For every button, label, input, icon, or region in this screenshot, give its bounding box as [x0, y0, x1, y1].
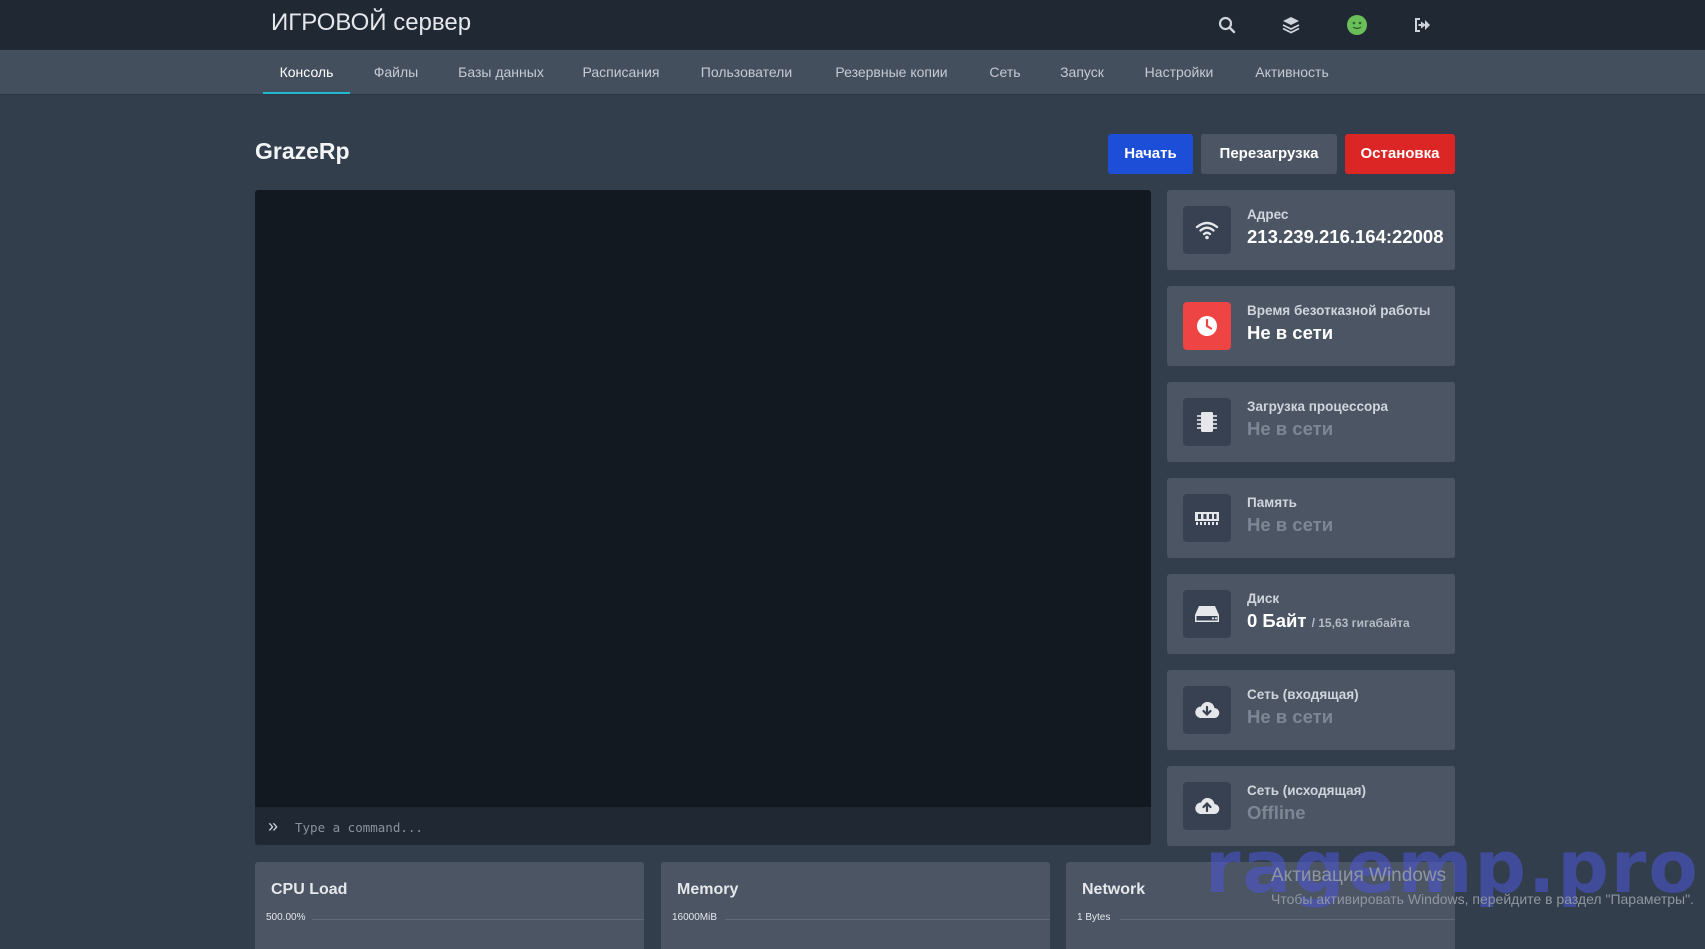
command-bar: » [255, 807, 1151, 845]
stat-label: Память [1247, 495, 1297, 510]
command-input[interactable] [293, 815, 1137, 839]
graph-cpu-load: CPU Load 500.00% [255, 862, 644, 949]
stat-value[interactable]: 213.239.216.164:22008 [1247, 226, 1444, 248]
tab-backups[interactable]: Резервные копии [821, 50, 962, 94]
graph-gridline [725, 919, 1050, 920]
windows-activation-title: Активация Windows [1271, 865, 1447, 886]
graph-gridline [1120, 919, 1455, 920]
search-icon[interactable] [1215, 13, 1239, 37]
stat-uptime: Время безотказной работы Не в сети [1167, 286, 1455, 366]
tab-databases[interactable]: Базы данных [447, 50, 555, 94]
layers-icon[interactable] [1279, 13, 1303, 37]
start-button[interactable]: Начать [1108, 134, 1193, 174]
memory-icon [1183, 494, 1231, 542]
tab-network[interactable]: Сеть [981, 50, 1029, 94]
cloud-download-icon [1183, 686, 1231, 734]
stat-value: Offline [1247, 802, 1306, 823]
disk-used: 0 Байт [1247, 610, 1307, 631]
windows-activation-subtitle: Чтобы активировать Windows, перейдите в … [1271, 891, 1694, 907]
stat-label: Адрес [1247, 207, 1289, 222]
stat-value: Не в сети [1247, 322, 1334, 343]
graph-gridline [312, 919, 644, 920]
clock-icon [1183, 302, 1231, 350]
tab-files[interactable]: Файлы [364, 50, 428, 94]
top-bar: ИГРОВОЙ сервер [0, 0, 1705, 50]
brand-title[interactable]: ИГРОВОЙ сервер [271, 8, 471, 38]
graph-title: Memory [677, 881, 739, 898]
chevron-right-icon: » [268, 816, 279, 836]
stat-label: Диск [1247, 591, 1280, 606]
stat-memory: Память Не в сети [1167, 478, 1455, 558]
stat-value: Не в сети [1247, 706, 1334, 727]
avatar[interactable] [1345, 13, 1369, 37]
tab-startup[interactable]: Запуск [1047, 50, 1117, 94]
restart-button[interactable]: Перезагрузка [1201, 134, 1337, 174]
cloud-upload-icon [1183, 782, 1231, 830]
graph-memory: Memory 16000MiB [661, 862, 1050, 949]
cpu-icon [1183, 398, 1231, 446]
tab-users[interactable]: Пользователи [690, 50, 803, 94]
disk-total: / 15,63 гигабайта [1311, 616, 1410, 630]
tab-schedules[interactable]: Расписания [571, 50, 671, 94]
stat-value: Не в сети [1247, 418, 1334, 439]
stat-label: Сеть (исходящая) [1247, 783, 1366, 798]
stat-network-in: Сеть (входящая) Не в сети [1167, 670, 1455, 750]
stat-disk: Диск 0 Байт / 15,63 гигабайта [1167, 574, 1455, 654]
graph-title: Network [1082, 881, 1146, 898]
tab-settings[interactable]: Настройки [1135, 50, 1223, 94]
graph-title: CPU Load [271, 881, 348, 898]
wifi-icon [1183, 206, 1231, 254]
stat-label: Загрузка процессора [1247, 399, 1389, 414]
stat-cpu: Загрузка процессора Не в сети [1167, 382, 1455, 462]
server-name: GrazeRp [255, 138, 350, 164]
server-tabs: Консоль Файлы Базы данных Расписания Пол… [0, 50, 1705, 95]
stat-label: Время безотказной работы [1247, 303, 1431, 318]
tab-console[interactable]: Консоль [263, 50, 350, 94]
hdd-icon [1183, 590, 1231, 638]
stat-value: 0 Байт / 15,63 гигабайта [1247, 610, 1410, 632]
stat-value: Не в сети [1247, 514, 1334, 535]
console-output[interactable] [255, 190, 1151, 807]
stop-button[interactable]: Остановка [1345, 134, 1455, 174]
graph-axis-label: 16000MiB [672, 912, 718, 923]
graph-axis-label: 1 Bytes [1077, 912, 1111, 923]
stat-address: Адрес 213.239.216.164:22008 [1167, 190, 1455, 270]
tab-activity[interactable]: Активность [1243, 50, 1341, 94]
logout-icon[interactable] [1410, 13, 1434, 37]
stat-label: Сеть (входящая) [1247, 687, 1359, 702]
graph-axis-label: 500.00% [266, 912, 306, 923]
